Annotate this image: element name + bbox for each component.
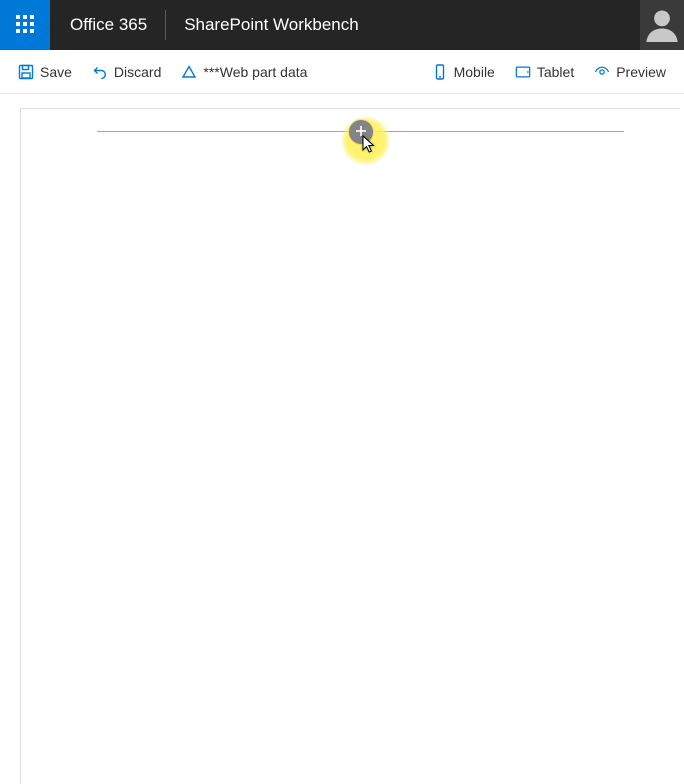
discard-label: Discard bbox=[114, 64, 161, 80]
eye-icon bbox=[594, 64, 610, 80]
webpart-data-button[interactable]: ***Web part data bbox=[171, 56, 317, 88]
add-webpart-button[interactable] bbox=[349, 120, 373, 144]
suite-app-name: SharePoint Workbench bbox=[166, 0, 377, 50]
undo-icon bbox=[92, 64, 108, 80]
triangle-icon bbox=[181, 64, 197, 80]
preview-button[interactable]: Preview bbox=[584, 56, 676, 88]
save-label: Save bbox=[40, 64, 72, 80]
preview-label: Preview bbox=[616, 64, 666, 80]
command-bar-right: Mobile Tablet Preview bbox=[422, 56, 676, 88]
webpart-data-label: ***Web part data bbox=[203, 64, 307, 80]
suite-spacer bbox=[377, 0, 640, 50]
mobile-label: Mobile bbox=[454, 64, 495, 80]
canvas-wrapper bbox=[0, 94, 684, 784]
person-icon bbox=[644, 6, 680, 45]
page-canvas bbox=[20, 108, 680, 784]
app-launcher-button[interactable] bbox=[0, 0, 50, 50]
tablet-label: Tablet bbox=[537, 64, 574, 80]
tablet-button[interactable]: Tablet bbox=[505, 56, 584, 88]
discard-button[interactable]: Discard bbox=[82, 56, 171, 88]
profile-button[interactable] bbox=[640, 0, 684, 50]
mobile-button[interactable]: Mobile bbox=[422, 56, 505, 88]
save-icon bbox=[18, 64, 34, 80]
suite-brand[interactable]: Office 365 bbox=[50, 0, 165, 50]
tablet-icon bbox=[515, 64, 531, 80]
section-divider bbox=[97, 131, 624, 132]
plus-icon bbox=[354, 124, 368, 141]
command-bar-left: Save Discard ***Web part data bbox=[8, 56, 317, 88]
command-bar: Save Discard ***Web part data bbox=[0, 50, 684, 94]
waffle-icon bbox=[16, 15, 34, 36]
suite-bar: Office 365 SharePoint Workbench bbox=[0, 0, 684, 50]
save-button[interactable]: Save bbox=[8, 56, 82, 88]
phone-icon bbox=[432, 64, 448, 80]
